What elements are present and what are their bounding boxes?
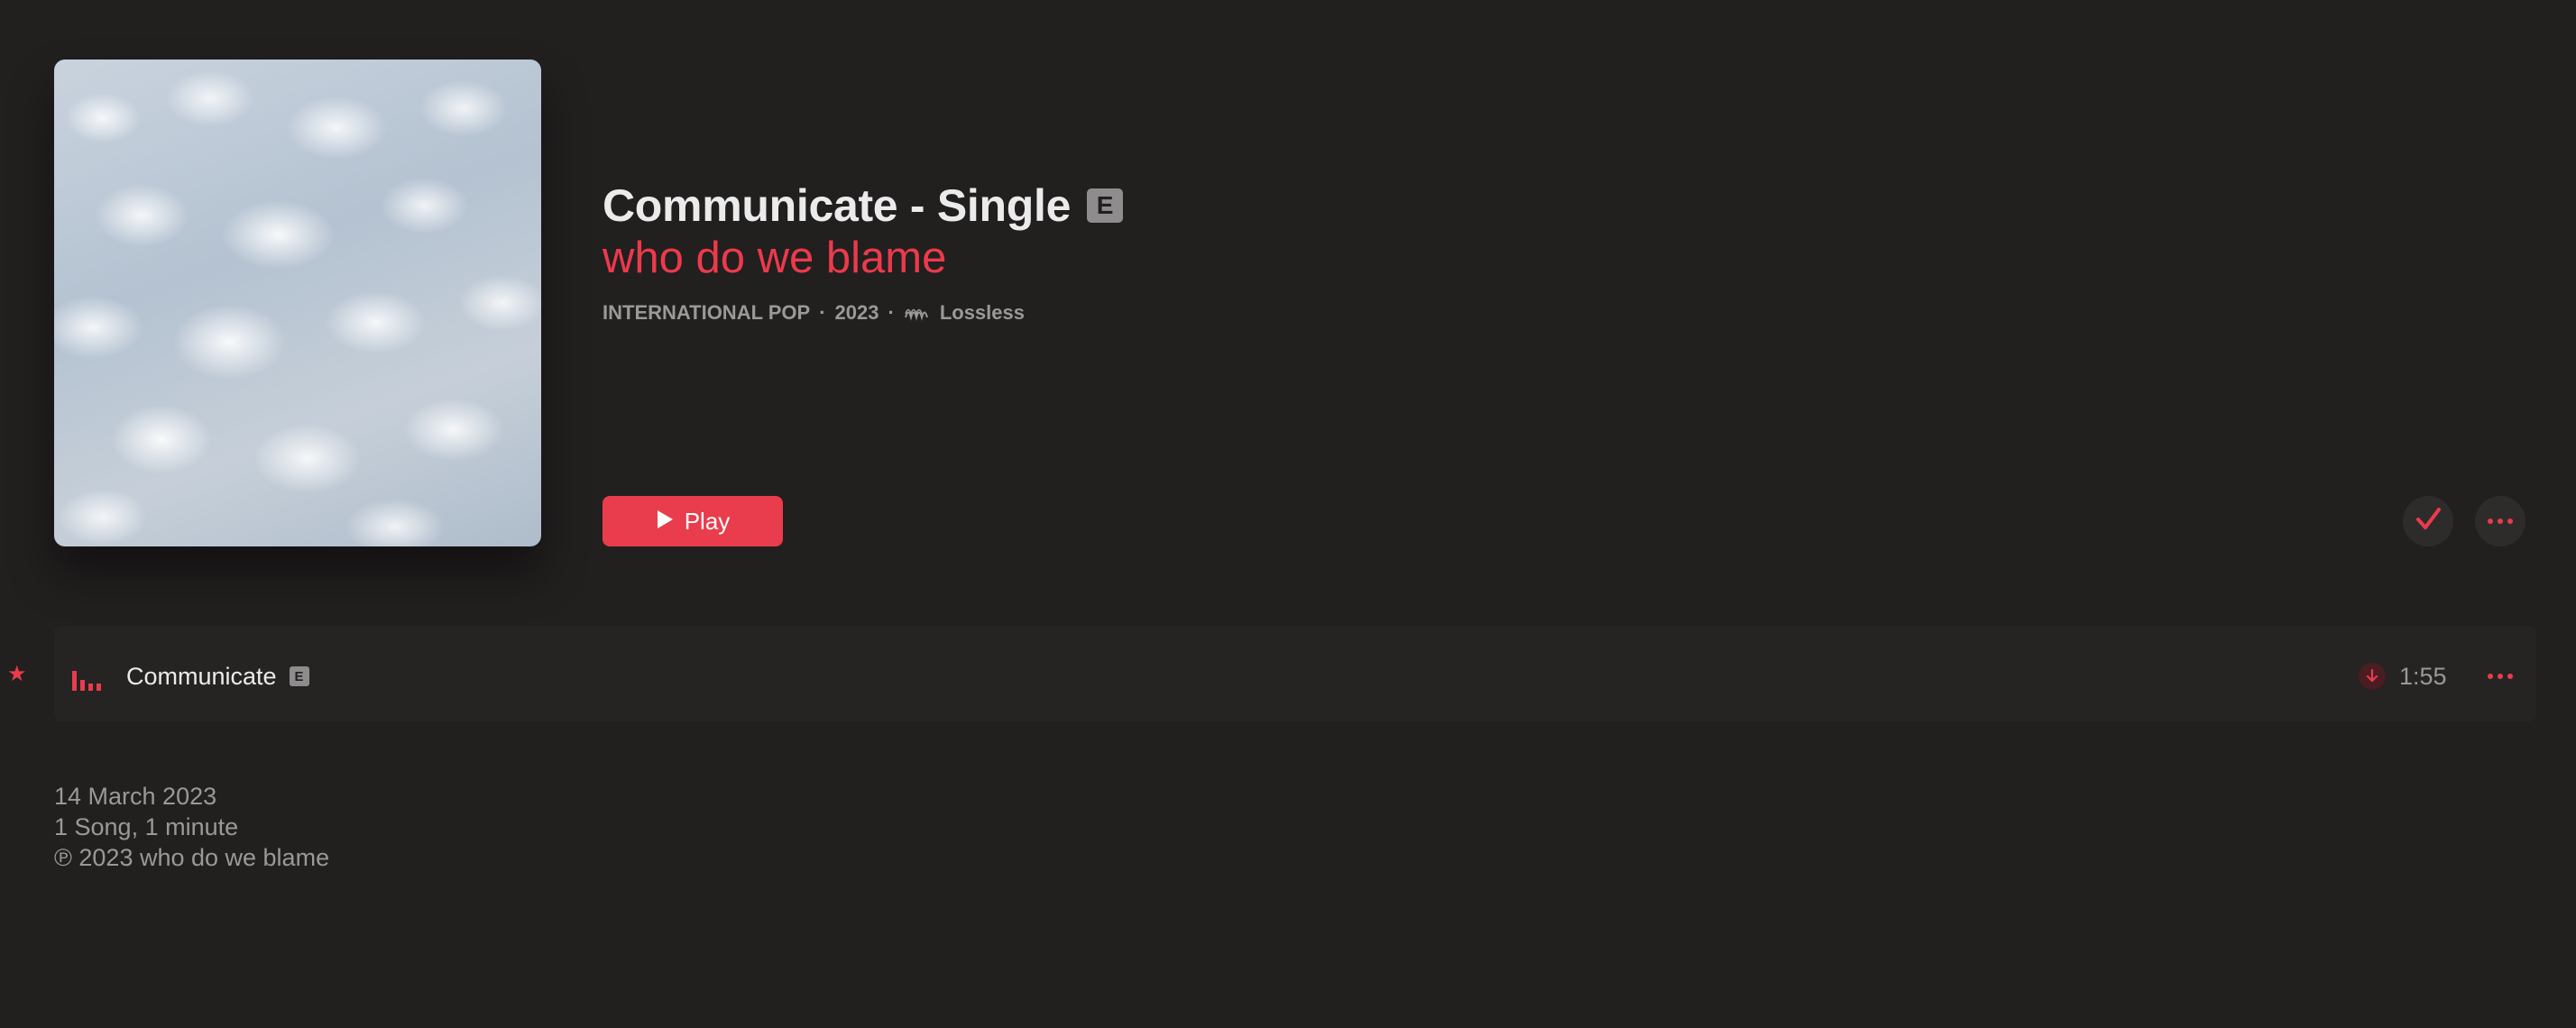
- track-more-button[interactable]: [2479, 660, 2522, 693]
- lossless-icon: [904, 304, 931, 322]
- track-explicit-badge: E: [289, 666, 309, 686]
- artist-link[interactable]: who do we blame: [603, 233, 946, 283]
- album-title: Communicate - Single: [603, 180, 1072, 231]
- track-duration: 1:55: [2399, 663, 2447, 690]
- track-row[interactable]: [54, 626, 2536, 721]
- track-title-cell: Communicate E: [126, 660, 309, 693]
- now-playing-bars-icon: [72, 665, 105, 691]
- track-title: Communicate: [126, 662, 277, 690]
- explicit-badge: E: [1087, 188, 1124, 223]
- meta-separator: ·: [888, 301, 895, 324]
- checkmark-icon: [2415, 507, 2442, 537]
- more-icon: [2487, 668, 2514, 684]
- play-icon: [656, 508, 674, 536]
- album-header: Communicate - Single E: [603, 177, 1124, 234]
- star-icon: ★: [7, 662, 27, 686]
- album-artwork[interactable]: [54, 60, 541, 546]
- genre-label: INTERNATIONAL POP: [603, 301, 811, 324]
- added-to-library-button[interactable]: [2403, 496, 2453, 546]
- more-icon: [2487, 513, 2514, 529]
- release-date: 14 March 2023: [54, 783, 217, 810]
- play-label: Play: [684, 507, 731, 535]
- album-metadata: INTERNATIONAL POP · 2023 · Lossless: [603, 301, 1025, 325]
- meta-separator: ·: [819, 301, 826, 324]
- copyright: ℗ 2023 who do we blame: [54, 844, 330, 871]
- album-footer: 14 March 2023 1 Song, 1 minute ℗ 2023 wh…: [54, 781, 329, 873]
- year-label: 2023: [834, 301, 879, 324]
- play-button[interactable]: Play: [603, 496, 783, 546]
- quality-label: Lossless: [939, 301, 1025, 324]
- album-summary: 1 Song, 1 minute: [54, 813, 239, 840]
- album-more-button[interactable]: [2475, 496, 2525, 546]
- download-icon[interactable]: [2359, 663, 2386, 690]
